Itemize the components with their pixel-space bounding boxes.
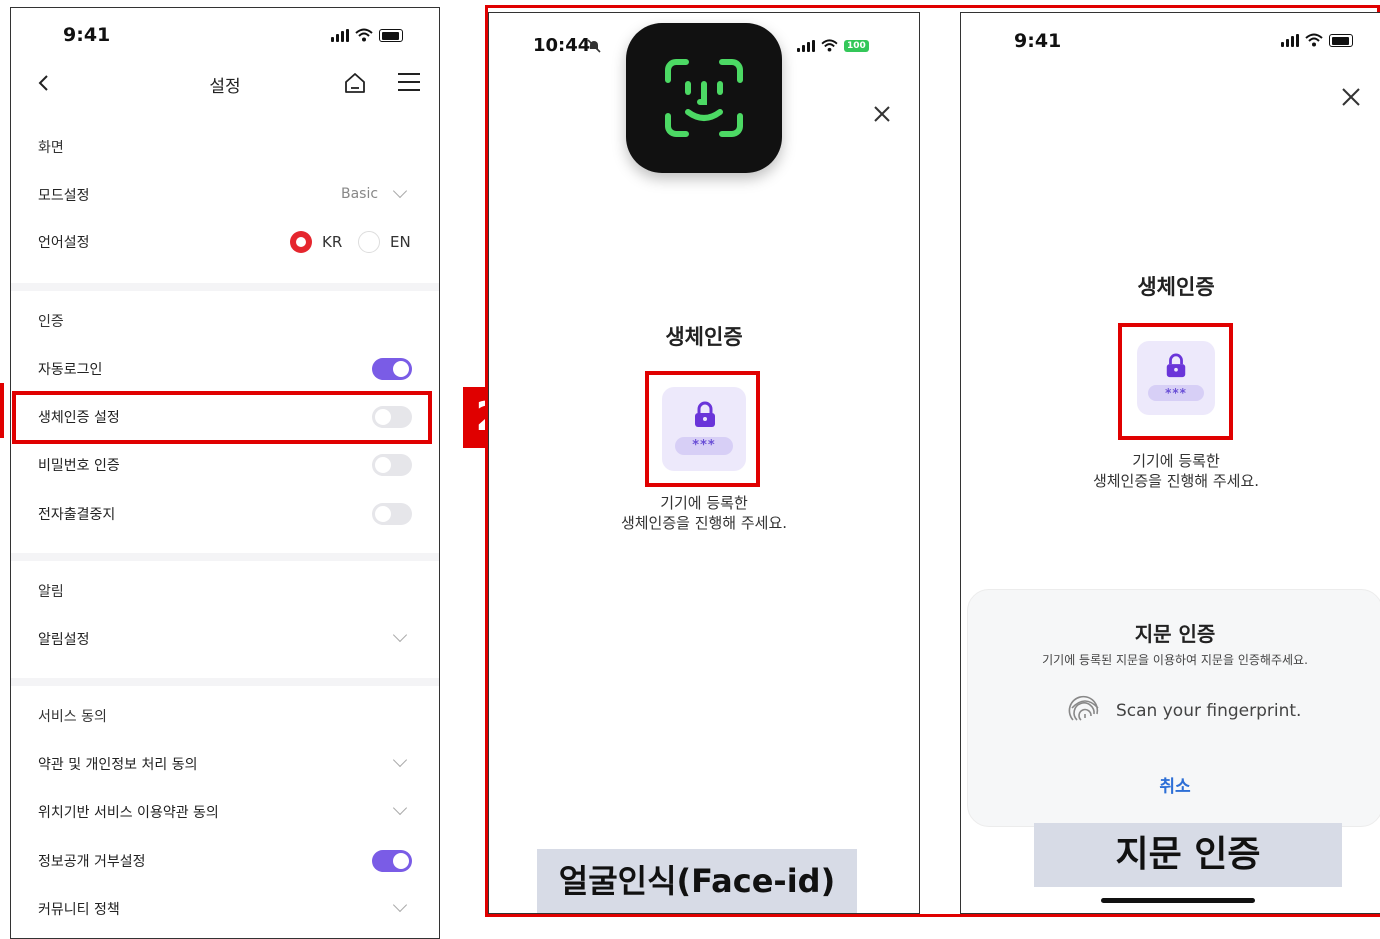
- chevron-down-icon[interactable]: [392, 183, 408, 199]
- desc-line-2: 생체인증을 진행해 주세요.: [620, 514, 788, 532]
- section-divider: [11, 678, 439, 686]
- community-policy-label: 커뮤니티 정책: [38, 902, 120, 918]
- home-indicator: [1101, 898, 1255, 903]
- password-auth-label: 비밀번호 인증: [38, 458, 120, 474]
- status-icons: [331, 28, 403, 42]
- chevron-down-icon[interactable]: [392, 897, 408, 913]
- battery-icon: [379, 29, 403, 42]
- page-title: 설정: [209, 77, 241, 97]
- radio-en[interactable]: [358, 231, 380, 253]
- status-icons: [1281, 33, 1353, 47]
- face-id-caption: 얼굴인식(Face-id): [558, 862, 836, 900]
- status-time: 10:44: [533, 35, 591, 56]
- face-id-icon: [626, 23, 782, 173]
- lock-highlight: [1118, 323, 1233, 440]
- close-icon[interactable]: [873, 105, 891, 123]
- fingerprint-screen: 9:41 생체인증 *** 기기에 등록한 생체인증을 진행해 주세요. 지문 …: [960, 12, 1380, 914]
- section-display: 화면: [38, 140, 64, 156]
- biometric-title: 생체인증: [1137, 275, 1215, 299]
- terms-label: 약관 및 개인정보 처리 동의: [38, 757, 198, 773]
- chevron-down-icon[interactable]: [392, 627, 408, 643]
- section-alarm: 알림: [38, 584, 64, 600]
- battery-icon: 100: [844, 40, 869, 52]
- auto-login-toggle[interactable]: [372, 358, 412, 380]
- desc-line-1: 기기에 등록한: [660, 494, 748, 512]
- mode-setting-label: 모드설정: [38, 188, 90, 204]
- location-terms-label: 위치기반 서비스 이용약관 동의: [38, 805, 219, 821]
- language-setting-label: 언어설정: [38, 235, 90, 251]
- status-time: 9:41: [63, 24, 111, 46]
- home-icon[interactable]: [343, 71, 367, 95]
- e-payment-stop-toggle[interactable]: [372, 503, 412, 525]
- radio-en-label: EN: [390, 233, 411, 251]
- info-disclosure-label: 정보공개 거부설정: [38, 854, 146, 870]
- sheet-subtitle: 기기에 등록된 지문을 이용하여 지문을 인증해주세요.: [1042, 653, 1308, 667]
- close-icon[interactable]: [1341, 87, 1361, 107]
- status-time: 9:41: [1014, 30, 1062, 52]
- biometric-title: 생체인증: [665, 325, 743, 349]
- section-divider: [11, 553, 439, 561]
- battery-icon: [1329, 34, 1353, 47]
- auto-login-label: 자동로그인: [38, 362, 103, 378]
- e-payment-stop-label: 전자출결중지: [38, 507, 116, 523]
- wifi-icon: [821, 39, 838, 52]
- badge-1-edge: [0, 383, 4, 438]
- sheet-title: 지문 인증: [1134, 622, 1216, 646]
- info-disclosure-toggle[interactable]: [372, 850, 412, 872]
- section-divider: [11, 283, 439, 291]
- cancel-button[interactable]: 취소: [968, 772, 1380, 797]
- mute-bell-icon: [587, 39, 601, 53]
- status-icons: 100: [797, 39, 869, 52]
- alarm-setting-label: 알림설정: [38, 632, 90, 648]
- radio-kr[interactable]: [290, 231, 312, 253]
- section-service: 서비스 동의: [38, 709, 107, 725]
- caption-box: 얼굴인식(Face-id): [537, 849, 857, 913]
- mode-value[interactable]: Basic: [341, 186, 378, 202]
- scan-fingerprint-text: Scan your fingerprint.: [1116, 701, 1302, 721]
- wifi-icon: [355, 28, 373, 42]
- radio-kr-label: KR: [322, 233, 343, 251]
- signal-icon: [797, 40, 815, 52]
- biometric-desc: 기기에 등록한 생체인증을 진행해 주세요.: [961, 451, 1380, 491]
- fingerprint-caption: 지문 인증: [1115, 834, 1261, 875]
- menu-icon[interactable]: [397, 72, 421, 92]
- signal-icon: [331, 29, 349, 42]
- chevron-down-icon[interactable]: [392, 752, 408, 768]
- password-auth-toggle[interactable]: [372, 454, 412, 476]
- desc-line-2: 생체인증을 진행해 주세요.: [1092, 472, 1260, 490]
- fingerprint-sheet: 지문 인증 기기에 등록된 지문을 이용하여 지문을 인증해주세요. Scan …: [967, 589, 1380, 827]
- biometric-desc: 기기에 등록한 생체인증을 진행해 주세요.: [489, 493, 919, 533]
- settings-screen: 9:41 설정 화면 모드설정 Basic 언어설정 KR EN 인증 자동로그…: [10, 7, 440, 939]
- section-auth: 인증: [38, 314, 64, 330]
- desc-line-1: 기기에 등록한: [1132, 452, 1220, 470]
- chevron-down-icon[interactable]: [392, 800, 408, 816]
- biometric-highlight: [12, 391, 432, 444]
- signal-icon: [1281, 34, 1299, 47]
- wifi-icon: [1305, 33, 1323, 47]
- fingerprint-icon: [1068, 695, 1099, 721]
- lock-highlight: [645, 371, 760, 487]
- caption-box: 지문 인증: [1034, 823, 1342, 887]
